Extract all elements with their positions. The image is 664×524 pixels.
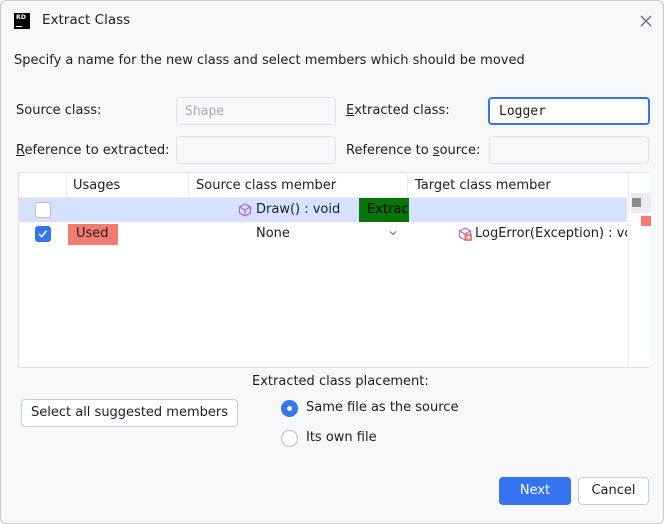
members-table: Usages Source class member Target class … bbox=[18, 172, 651, 368]
own-file-radio-label[interactable]: Its own file bbox=[306, 430, 377, 445]
table-row[interactable]: Draw() : void Extract bbox=[19, 198, 627, 222]
member-checkbox[interactable] bbox=[35, 226, 51, 242]
title-bar: RD Extract Class bbox=[1, 1, 663, 41]
scroll-thumb[interactable] bbox=[632, 198, 641, 207]
method-icon bbox=[238, 203, 252, 217]
same-file-radio-label[interactable]: Same file as the source bbox=[306, 400, 458, 415]
next-button[interactable]: Next bbox=[499, 477, 571, 505]
table-scroll-strip[interactable] bbox=[628, 173, 651, 367]
close-icon[interactable] bbox=[638, 13, 654, 29]
select-all-suggested-button[interactable]: Select all suggested members bbox=[21, 399, 238, 427]
source-member-dropdown[interactable]: None bbox=[256, 226, 290, 241]
same-file-radio[interactable] bbox=[281, 400, 298, 417]
dialog-description: Specify a name for the new class and sel… bbox=[14, 53, 525, 68]
reference-to-extracted-label: Reference to extracted: bbox=[16, 143, 170, 158]
source-class-field: Shape bbox=[176, 97, 336, 125]
extracted-class-label: Extracted class: bbox=[346, 103, 450, 118]
cancel-button[interactable]: Cancel bbox=[578, 477, 649, 505]
method-added-icon bbox=[458, 227, 472, 241]
usage-marker bbox=[641, 216, 651, 226]
table-row[interactable]: Used None LogError(Exception) : vo bbox=[19, 222, 627, 246]
target-member-column-header[interactable]: Target class member bbox=[408, 173, 627, 198]
usages-column-header[interactable]: Usages bbox=[67, 173, 189, 198]
source-member-column-header[interactable]: Source class member bbox=[189, 173, 408, 198]
checkbox-column-header[interactable] bbox=[19, 173, 67, 198]
source-class-label: Source class: bbox=[16, 103, 102, 118]
table-header: Usages Source class member Target class … bbox=[19, 173, 627, 198]
rider-logo-icon: RD bbox=[14, 13, 30, 29]
member-checkbox[interactable] bbox=[35, 202, 51, 218]
dialog-title: Extract Class bbox=[42, 12, 131, 28]
target-member-name: LogError(Exception) : vo bbox=[475, 226, 627, 241]
extract-tag: Extract bbox=[359, 198, 409, 222]
reference-to-source-input[interactable] bbox=[489, 136, 649, 164]
placement-label: Extracted class placement: bbox=[252, 374, 429, 389]
chevron-down-icon[interactable] bbox=[388, 228, 398, 238]
check-icon bbox=[38, 230, 48, 238]
reference-to-extracted-input[interactable] bbox=[176, 136, 336, 164]
used-badge: Used bbox=[68, 224, 118, 245]
reference-to-source-label: Reference to source: bbox=[346, 143, 481, 158]
extracted-class-input[interactable]: Logger bbox=[488, 97, 650, 125]
extract-class-dialog: RD Extract Class Specify a name for the … bbox=[0, 0, 664, 524]
own-file-radio[interactable] bbox=[281, 430, 298, 447]
logo-text: RD bbox=[16, 14, 27, 21]
source-member-name: Draw() : void bbox=[256, 202, 341, 217]
